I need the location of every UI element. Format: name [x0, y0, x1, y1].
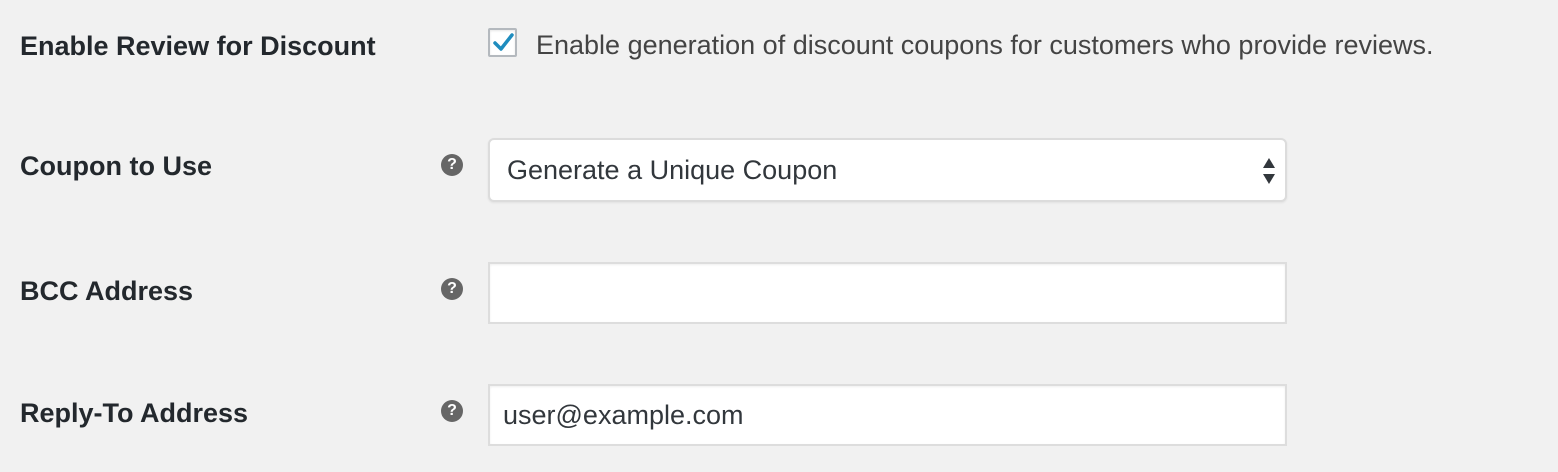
- enable-review-description: Enable generation of discount coupons fo…: [536, 30, 1434, 60]
- coupon-help-icon[interactable]: ?: [441, 154, 463, 176]
- reply-to-value: user@example.com: [503, 400, 744, 430]
- bcc-address-input[interactable]: [488, 262, 1287, 324]
- coupon-to-use-label: Coupon to Use: [20, 151, 212, 181]
- coupon-select[interactable]: Generate a Unique Coupon: [488, 138, 1287, 202]
- reply-to-input[interactable]: user@example.com: [488, 384, 1287, 446]
- enable-review-row: Enable Review for Discount Enable genera…: [0, 0, 1558, 90]
- reply-to-help-icon[interactable]: ?: [441, 400, 463, 422]
- enable-review-checkbox[interactable]: [488, 28, 517, 57]
- reply-to-label: Reply-To Address: [20, 398, 249, 428]
- bcc-address-label: BCC Address: [20, 276, 194, 306]
- select-arrows-icon: [1261, 156, 1277, 191]
- checkmark-icon: [493, 33, 514, 51]
- bcc-help-icon[interactable]: ?: [441, 278, 463, 300]
- settings-form: Enable Review for Discount Enable genera…: [0, 0, 1558, 472]
- enable-review-label: Enable Review for Discount: [20, 31, 376, 61]
- coupon-select-value: Generate a Unique Coupon: [507, 155, 838, 185]
